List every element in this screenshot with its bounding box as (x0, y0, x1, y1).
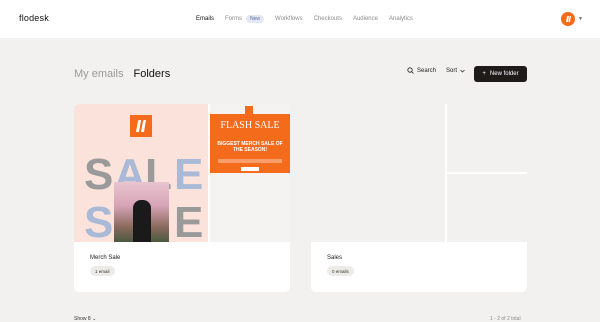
folder-name: Merch Sale (90, 255, 121, 261)
show-label: Show 8 (74, 316, 91, 322)
top-navigation-bar: flodesk Emails Forms New Workflows Check… (0, 0, 600, 38)
empty-preview-bottom (447, 174, 527, 242)
brand-mark-icon (566, 16, 571, 22)
main-nav: Emails Forms New Workflows Checkouts Aud… (196, 15, 424, 23)
nav-item-workflows[interactable]: Workflows (275, 16, 303, 22)
email-count-badge: 1 email (90, 266, 115, 276)
sort-label: Sort (446, 67, 458, 74)
chevron-down-icon (460, 69, 465, 72)
page-size-select[interactable]: Show 8 ⌄ (74, 316, 96, 322)
flash-sale-banner: FLASH SALE BIGGEST MERCH SALE OF THE SEA… (210, 114, 290, 173)
nav-item-checkouts[interactable]: Checkouts (314, 16, 342, 22)
chevron-down-icon[interactable]: ▼ (578, 16, 583, 22)
email-preview-flash-sale: FLASH SALE BIGGEST MERCH SALE OF THE SEA… (210, 104, 290, 242)
nav-item-analytics[interactable]: Analytics (389, 16, 413, 22)
pagination-summary: 1 - 2 of 2 total (490, 316, 521, 322)
chevron-down-icon: ⌄ (92, 316, 97, 322)
new-folder-button[interactable]: + New folder (474, 66, 527, 82)
folder-card-sales[interactable]: Sales 0 emails (311, 104, 527, 292)
plus-icon: + (482, 71, 486, 77)
tab-my-emails[interactable]: My emails (74, 68, 124, 80)
shop-button-mock (241, 167, 259, 171)
product-photo (114, 182, 169, 242)
folder-card-merch-sale[interactable]: S A L E S E FLASH SALE BIGGEST MERCH SAL… (74, 104, 290, 292)
toolbar: Search Sort (407, 67, 475, 74)
nav-item-emails[interactable]: Emails (196, 16, 214, 22)
nav-item-forms[interactable]: Forms (225, 16, 242, 22)
brand-mark-icon (130, 115, 152, 137)
sale-letter: E (174, 150, 204, 199)
brand-mark-icon (245, 106, 253, 114)
hoodie-figure (133, 200, 151, 242)
account-avatar[interactable] (561, 12, 575, 26)
flash-sale-title: FLASH SALE (220, 120, 280, 131)
nav-item-audience[interactable]: Audience (353, 16, 378, 22)
email-preview-sale: S A L E S E (74, 104, 208, 242)
search-button[interactable]: Search (407, 67, 436, 74)
sale-letter: S (84, 150, 114, 199)
search-icon (407, 67, 414, 74)
sort-button[interactable]: Sort (446, 68, 465, 74)
sale-letter: E (174, 198, 204, 242)
tab-folders[interactable]: Folders (134, 68, 171, 80)
folder-name: Sales (327, 255, 343, 261)
empty-preview-top (447, 104, 527, 172)
flash-sale-subtitle: BIGGEST MERCH SALE OF THE SEASON! (217, 141, 283, 153)
view-tabs: My emails Folders (74, 68, 170, 80)
search-label: Search (417, 67, 437, 74)
empty-preview-large (311, 104, 445, 242)
new-badge: New (246, 15, 265, 23)
new-folder-label: New folder (489, 71, 519, 77)
fine-print (218, 159, 282, 163)
brand-logo[interactable]: flodesk (19, 13, 49, 23)
email-count-badge: 0 emails (327, 266, 354, 276)
sale-letter: S (84, 198, 114, 242)
